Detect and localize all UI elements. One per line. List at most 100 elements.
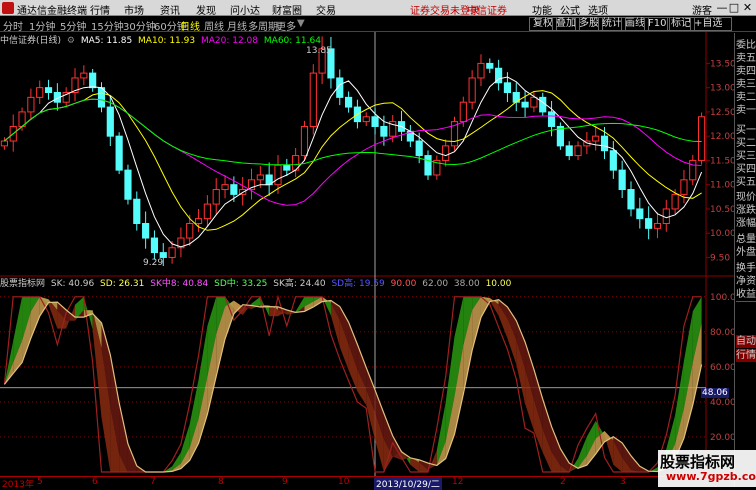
- side-item[interactable]: 买五: [736, 176, 756, 189]
- candle-body: [574, 145, 582, 157]
- price-axis-label: 9.50: [710, 253, 730, 263]
- quote-side-panel: 委比 卖五 卖四 卖三 卖二 卖一 买一 买二 买三 买四 买五 现价 涨跌 涨…: [734, 33, 756, 487]
- sk8-value: SK中8: 40.84: [150, 279, 209, 289]
- candle-body: [150, 237, 159, 254]
- menu-trade[interactable]: 交易: [316, 2, 336, 17]
- candle-body: [115, 135, 123, 171]
- indicator-name: 股票指标网: [0, 279, 46, 289]
- level-10: 10.00: [485, 279, 512, 289]
- candle-body: [230, 184, 238, 195]
- menu-market-quote[interactable]: 行情: [90, 2, 110, 17]
- candle-body: [362, 116, 370, 123]
- period-intraday[interactable]: 分时: [3, 18, 23, 33]
- auto-button[interactable]: 自动: [736, 335, 756, 348]
- ind-axis-label: 100.0: [710, 293, 734, 303]
- high-price-label: 13.85: [306, 46, 332, 56]
- period-more[interactable]: 更多: [276, 18, 296, 33]
- candle-body: [0, 140, 9, 147]
- side-item[interactable]: 外盘: [736, 246, 756, 259]
- side-item[interactable]: 卖三: [736, 78, 756, 91]
- candle-body: [300, 125, 309, 157]
- side-item[interactable]: 买一: [736, 124, 756, 137]
- period-30min[interactable]: 30分钟: [123, 18, 156, 33]
- menu-formula[interactable]: 公式: [560, 2, 580, 17]
- candle-body: [256, 174, 264, 181]
- side-item[interactable]: 换手: [736, 262, 756, 275]
- candle-body: [680, 179, 688, 195]
- price-axis-label: 11.50: [710, 156, 734, 166]
- settings-icon[interactable]: ⚙: [67, 36, 75, 46]
- menu-wealth[interactable]: 财富圈: [272, 2, 302, 17]
- side-item[interactable]: 现价: [736, 191, 756, 204]
- user-guest[interactable]: 游客: [692, 2, 712, 17]
- indicator-info: 股票指标网 SK: 40.96 SD: 26.31 SK中8: 40.84 SD…: [0, 276, 514, 289]
- ind-axis-label: 40.00: [710, 398, 734, 408]
- sd-value: SD: 26.31: [100, 279, 145, 289]
- ind-axis-label: 60.00: [710, 363, 734, 373]
- level-62: 62.00: [422, 279, 449, 289]
- candle-body: [671, 193, 679, 210]
- cursor-value-label: 48.06: [701, 388, 729, 398]
- chart-area[interactable]: 13.50 13.00 12.50 12.00 11.50 11.00 10.50 10.00…: [0, 32, 734, 476]
- period-15min[interactable]: 15分钟: [91, 18, 124, 33]
- ma10-value: MA10: 11.93: [138, 36, 196, 46]
- period-5min[interactable]: 5分钟: [60, 18, 86, 33]
- add-favorite-button[interactable]: +自选: [690, 17, 732, 31]
- menu-news[interactable]: 资讯: [160, 2, 180, 17]
- price-axis-label: 13.00: [710, 84, 734, 94]
- date-label: 2013年: [2, 480, 34, 490]
- candle-body: [503, 82, 512, 94]
- side-item[interactable]: 涨幅: [736, 217, 756, 230]
- period-weekly[interactable]: 周线: [204, 18, 224, 33]
- menu-ask[interactable]: 问小达: [230, 2, 260, 17]
- side-item[interactable]: 委比: [736, 39, 756, 52]
- period-monthly[interactable]: 月线: [227, 18, 247, 33]
- period-multi[interactable]: 多周期: [248, 18, 278, 33]
- candle-body: [697, 116, 706, 161]
- sdh-value: SD高: 19.59: [331, 279, 385, 289]
- side-item[interactable]: 买四: [736, 163, 756, 176]
- side-item[interactable]: 卖一: [736, 104, 756, 117]
- side-item[interactable]: 总量: [736, 233, 756, 246]
- more-arrow-icon[interactable]: ▼: [297, 18, 305, 29]
- side-item[interactable]: 卖五: [736, 52, 756, 65]
- ma60-value: MA60: 11.64: [263, 36, 321, 46]
- menu-discover[interactable]: 发现: [196, 2, 216, 17]
- broker-name[interactable]: 中信证券: [467, 2, 507, 17]
- candle-body: [221, 184, 229, 191]
- period-1min[interactable]: 1分钟: [29, 18, 55, 33]
- menu-options[interactable]: 选项: [588, 2, 608, 17]
- side-item[interactable]: 买三: [736, 150, 756, 163]
- quote-button[interactable]: 行情: [736, 349, 756, 362]
- app-title: 通达信金融终端: [17, 6, 87, 17]
- date-label: 3: [620, 477, 626, 487]
- menu-function[interactable]: 功能: [532, 2, 552, 17]
- menu-market[interactable]: 市场: [124, 2, 144, 17]
- side-item[interactable]: 涨跌: [736, 204, 756, 217]
- side-item[interactable]: 卖四: [736, 65, 756, 78]
- candle-body: [565, 145, 573, 157]
- side-item[interactable]: 净资: [736, 275, 756, 288]
- candle-body: [309, 72, 317, 127]
- stock-name: 中信证券(日线): [0, 36, 62, 46]
- candle-body: [212, 189, 220, 205]
- close-icon[interactable]: ✕: [741, 1, 754, 14]
- candle-body: [89, 72, 97, 89]
- period-daily[interactable]: 日线: [180, 18, 200, 33]
- candle-body: [539, 96, 547, 113]
- ma20-value: MA20: 12.08: [200, 36, 259, 46]
- candle-body: [203, 203, 211, 220]
- maximize-icon[interactable]: □: [728, 1, 740, 14]
- candle-body: [477, 62, 485, 79]
- candle-body: [159, 252, 167, 258]
- level-38: 38.00: [453, 279, 480, 289]
- candle-body: [530, 96, 538, 108]
- minimize-icon[interactable]: —: [716, 1, 728, 14]
- side-item[interactable]: 卖二: [736, 91, 756, 104]
- side-item[interactable]: 收益: [736, 288, 756, 301]
- candle-body: [592, 135, 600, 142]
- candle-body: [468, 77, 476, 103]
- side-item[interactable]: 买二: [736, 137, 756, 150]
- candle-body: [547, 111, 556, 127]
- price-axis-label: 11.00: [710, 181, 734, 191]
